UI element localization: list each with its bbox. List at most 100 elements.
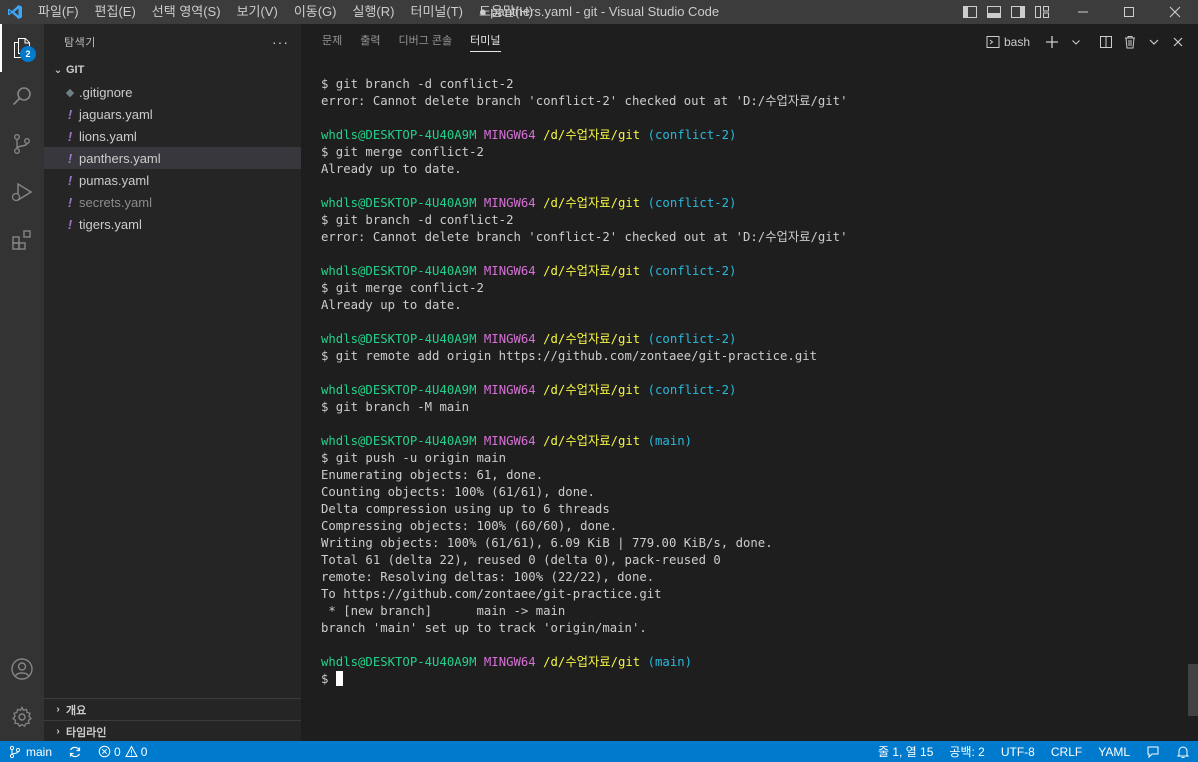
yaml-icon: ! bbox=[67, 172, 73, 188]
accounts-icon[interactable] bbox=[0, 645, 44, 693]
toggle-secondary-sidebar-icon[interactable] bbox=[1006, 0, 1030, 24]
sync-icon[interactable] bbox=[60, 741, 90, 762]
title-bar: 파일(F) 편집(E) 선택 영역(S) 보기(V) 이동(G) 실행(R) 터미널(T) 도… bbox=[0, 0, 1198, 24]
terminal-line: whdls@DESKTOP-4U40A9M MINGW64 /d/수업자료/gi… bbox=[321, 654, 1181, 671]
terminal-line: Total 61 (delta 22), reused 0 (delta 0),… bbox=[321, 553, 721, 567]
terminal-scrollbar[interactable] bbox=[1188, 664, 1198, 716]
file-item[interactable]: ! panthers.yaml bbox=[44, 147, 301, 169]
terminal-line: Already up to date. bbox=[321, 162, 462, 176]
outline-label: 개요 bbox=[66, 704, 87, 717]
chevron-right-icon: › bbox=[56, 704, 60, 715]
customize-layout-icon[interactable] bbox=[1030, 0, 1054, 24]
menu-bar: 파일(F) 편집(E) 선택 영역(S) 보기(V) 이동(G) 실행(R) 터미널(T) 도… bbox=[30, 0, 541, 24]
close-window-icon[interactable] bbox=[1152, 0, 1198, 24]
manage-gear-icon[interactable] bbox=[0, 693, 44, 741]
prompt-env: MINGW64 bbox=[483, 383, 536, 397]
minimize-icon[interactable] bbox=[1060, 0, 1106, 24]
file-item[interactable]: ! tigers.yaml bbox=[44, 213, 301, 235]
encoding[interactable]: UTF-8 bbox=[993, 741, 1043, 762]
menu-item[interactable]: 이동(G) bbox=[286, 0, 345, 24]
prompt-user: whdls@DESKTOP-4U40A9M bbox=[321, 655, 477, 669]
menu-item[interactable]: 파일(F) bbox=[30, 0, 87, 24]
terminal-line: $ git merge conflict-2 bbox=[321, 281, 484, 295]
language-mode[interactable]: YAML bbox=[1090, 741, 1138, 762]
toggle-primary-sidebar-icon[interactable] bbox=[958, 0, 982, 24]
status-bar: main 0 0 줄 1, 열 15 공백: 2 UTF-8 CRLF YAML bbox=[0, 741, 1198, 762]
terminal-line: whdls@DESKTOP-4U40A9M MINGW64 /d/수업자료/gi… bbox=[321, 382, 1181, 399]
terminal-line: error: Cannot delete branch 'conflict-2'… bbox=[321, 94, 848, 108]
file-item[interactable]: ! lions.yaml bbox=[44, 125, 301, 147]
terminal-line: Already up to date. bbox=[321, 298, 462, 312]
cursor-position[interactable]: 줄 1, 열 15 bbox=[870, 741, 941, 762]
prompt-user: whdls@DESKTOP-4U40A9M bbox=[321, 264, 477, 278]
maximize-icon[interactable] bbox=[1106, 0, 1152, 24]
file-item[interactable]: ◆ .gitignore bbox=[44, 81, 301, 103]
prompt-branch: (conflict-2) bbox=[647, 264, 737, 278]
terminal-line: $ git remote add origin https://github.c… bbox=[321, 349, 818, 363]
extensions-icon[interactable] bbox=[0, 216, 44, 264]
explorer-badge: 2 bbox=[20, 46, 36, 62]
notifications-bell-icon[interactable] bbox=[1168, 741, 1198, 762]
prompt-path: /d/수업자료/git bbox=[543, 196, 641, 210]
prompt-branch: (conflict-2) bbox=[647, 332, 737, 346]
terminal-shell-selector[interactable]: bash bbox=[984, 31, 1032, 53]
terminal-line: whdls@DESKTOP-4U40A9M MINGW64 /d/수업자료/gi… bbox=[321, 433, 1181, 450]
maximize-panel-chevron-icon[interactable] bbox=[1142, 31, 1166, 53]
terminal-output[interactable]: $ git branch -d conflict-2 error: Cannot … bbox=[321, 76, 1181, 688]
panel-tab[interactable]: 문제 bbox=[313, 24, 351, 59]
menu-item[interactable]: 편집(E) bbox=[87, 0, 144, 24]
prompt-user: whdls@DESKTOP-4U40A9M bbox=[321, 128, 477, 142]
menu-item[interactable]: 실행(R) bbox=[345, 0, 403, 24]
end-of-line[interactable]: CRLF bbox=[1043, 741, 1090, 762]
prompt-user: whdls@DESKTOP-4U40A9M bbox=[321, 332, 477, 346]
yaml-icon: ! bbox=[67, 150, 73, 166]
explorer-icon[interactable]: 2 bbox=[0, 24, 44, 72]
prompt-env: MINGW64 bbox=[483, 196, 536, 210]
more-actions-icon[interactable]: ··· bbox=[272, 34, 289, 50]
terminal-line: remote: Resolving deltas: 100% (22/22), … bbox=[321, 570, 655, 584]
terminal-line: whdls@DESKTOP-4U40A9M MINGW64 /d/수업자료/gi… bbox=[321, 263, 1181, 280]
menu-item[interactable]: 선택 영역(S) bbox=[144, 0, 229, 24]
menu-item[interactable]: 도움말(H) bbox=[471, 0, 541, 24]
problems-status[interactable]: 0 0 bbox=[90, 741, 155, 762]
git-file-icon: ◆ bbox=[65, 86, 75, 99]
outline-section[interactable]: › 개요 bbox=[44, 698, 301, 720]
file-item[interactable]: ! secrets.yaml bbox=[44, 191, 301, 213]
panel-tab[interactable]: 출력 bbox=[351, 24, 389, 59]
file-name: lions.yaml bbox=[79, 128, 137, 144]
panel-tab[interactable]: 디버그 콘솔 bbox=[390, 24, 462, 59]
kill-terminal-trash-icon[interactable] bbox=[1118, 31, 1142, 53]
vscode-logo-icon bbox=[0, 0, 30, 24]
source-control-icon[interactable] bbox=[0, 120, 44, 168]
file-item[interactable]: ! jaguars.yaml bbox=[44, 103, 301, 125]
indentation[interactable]: 공백: 2 bbox=[941, 741, 992, 762]
toggle-panel-icon[interactable] bbox=[982, 0, 1006, 24]
search-icon[interactable] bbox=[0, 72, 44, 120]
folder-git[interactable]: ⌄ GIT bbox=[44, 59, 301, 81]
timeline-section[interactable]: › 타임라인 bbox=[44, 720, 301, 742]
menu-item[interactable]: 보기(V) bbox=[229, 0, 286, 24]
feedback-icon[interactable] bbox=[1138, 741, 1168, 762]
file-name: .gitignore bbox=[79, 84, 133, 100]
new-terminal-icon[interactable] bbox=[1040, 31, 1064, 53]
terminal-line: $ git push -u origin main bbox=[321, 451, 507, 465]
terminal-line: Writing objects: 100% (61/61), 6.09 KiB … bbox=[321, 536, 773, 550]
prompt-env: MINGW64 bbox=[483, 332, 536, 346]
branch-status[interactable]: main bbox=[0, 741, 60, 762]
file-item[interactable]: ! pumas.yaml bbox=[44, 169, 301, 191]
close-panel-icon[interactable] bbox=[1166, 31, 1190, 53]
run-debug-icon[interactable] bbox=[0, 168, 44, 216]
split-terminal-icon[interactable] bbox=[1094, 31, 1118, 53]
error-icon bbox=[98, 745, 111, 758]
panel-tab[interactable]: 터미널 bbox=[461, 24, 509, 59]
terminal-dropdown-chevron-icon[interactable] bbox=[1064, 31, 1088, 53]
warning-count: 0 bbox=[140, 744, 148, 759]
menu-item[interactable]: 터미널(T) bbox=[402, 0, 470, 24]
chevron-down-icon: ⌄ bbox=[53, 64, 63, 76]
prompt-env: MINGW64 bbox=[483, 264, 536, 278]
